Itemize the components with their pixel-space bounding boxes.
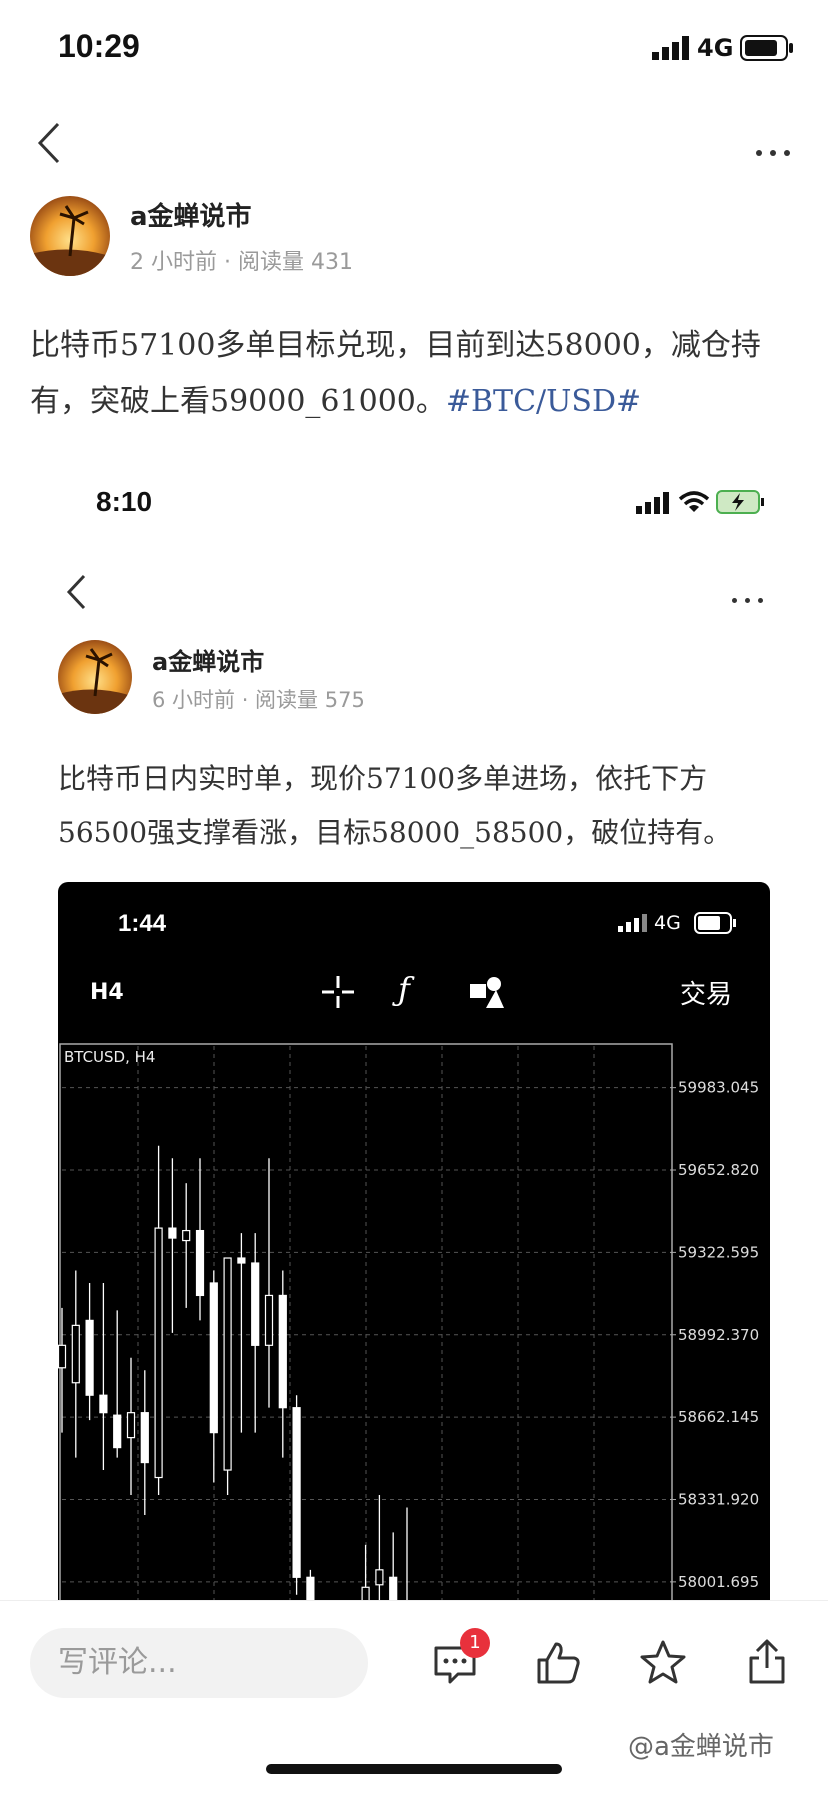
hashtag-link[interactable]: #BTC/USD# bbox=[446, 384, 641, 419]
embedded-wifi-icon bbox=[678, 490, 710, 518]
timeframe-label: H4 bbox=[90, 980, 124, 1005]
y-tick-label: 59983.045 bbox=[678, 1079, 759, 1097]
chart-network-type: 4G bbox=[654, 912, 681, 934]
status-time: 10:29 bbox=[58, 28, 140, 64]
share-button[interactable] bbox=[742, 1638, 792, 1688]
more-options-button[interactable] bbox=[752, 141, 794, 160]
embedded-battery-icon bbox=[716, 490, 766, 518]
post-text: 比特币57100多单目标兑现，目前到达58000，减仓持有，突破上看59000_… bbox=[30, 328, 761, 419]
home-indicator bbox=[266, 1764, 562, 1774]
candle-body bbox=[126, 1412, 136, 1439]
share-icon bbox=[749, 1639, 785, 1684]
embedded-signal-icon bbox=[636, 492, 672, 518]
back-button[interactable] bbox=[34, 120, 64, 170]
candle-body bbox=[237, 1257, 246, 1264]
y-tick-label: 58331.920 bbox=[678, 1490, 759, 1508]
embedded-back-icon bbox=[64, 572, 90, 616]
candle-body bbox=[251, 1262, 260, 1346]
y-tick-label: 58662.145 bbox=[678, 1408, 759, 1426]
comment-input[interactable]: 写评论... bbox=[30, 1628, 368, 1698]
candle-body bbox=[278, 1294, 287, 1409]
candle-body bbox=[195, 1229, 205, 1297]
embedded-post-meta: 6 小时前 · 阅读量 575 bbox=[152, 688, 365, 712]
candle-body bbox=[375, 1569, 384, 1586]
function-icon: ƒ bbox=[398, 970, 410, 1008]
chart-signal-icon bbox=[618, 914, 648, 936]
candle-body bbox=[223, 1257, 232, 1471]
chart-screenshot: 1:44 4G H4 ƒ 交易 59983.045 59652.820 59322.… bbox=[58, 882, 770, 1712]
network-type: 4G bbox=[697, 34, 734, 62]
avatar[interactable] bbox=[30, 196, 110, 276]
candle-body bbox=[264, 1294, 274, 1346]
like-button[interactable] bbox=[534, 1638, 584, 1688]
y-tick-label: 58001.695 bbox=[678, 1573, 759, 1591]
post-meta: 2 小时前 · 阅读量 431 bbox=[130, 250, 353, 275]
y-tick-label: 59652.820 bbox=[678, 1161, 759, 1179]
embedded-more-icon bbox=[728, 588, 767, 607]
chart-battery-icon bbox=[694, 912, 738, 938]
embedded-status-time: 8:10 bbox=[96, 486, 153, 517]
candle-body bbox=[99, 1394, 108, 1414]
embedded-avatar bbox=[58, 640, 132, 714]
post-body: 比特币57100多单目标兑现，目前到达58000，减仓持有，突破上看59000_… bbox=[30, 318, 800, 430]
candle-body bbox=[71, 1324, 80, 1384]
candle-body bbox=[85, 1319, 94, 1396]
favorite-button[interactable] bbox=[638, 1638, 688, 1688]
candle-body bbox=[154, 1227, 163, 1479]
star-icon bbox=[640, 1640, 686, 1684]
thumbs-up-icon bbox=[537, 1642, 580, 1684]
chart-status-time: 1:44 bbox=[118, 910, 167, 937]
candle-body bbox=[182, 1229, 191, 1242]
battery-icon bbox=[740, 35, 796, 65]
y-tick-label: 59322.595 bbox=[678, 1243, 759, 1261]
candle-body bbox=[209, 1282, 218, 1434]
chevron-left-icon bbox=[37, 122, 60, 164]
candle-body bbox=[140, 1412, 149, 1464]
trade-button: 交易 bbox=[680, 980, 733, 1010]
candle-body bbox=[292, 1407, 301, 1578]
tick-layer: 59983.045 59652.820 59322.595 58992.370 5866… bbox=[670, 1079, 759, 1673]
objects-icon bbox=[468, 974, 506, 1014]
embedded-post-text: 比特币日内实时单，现价57100多单进场，依托下方56500强支撑看涨，目标58… bbox=[58, 762, 732, 849]
candle-body bbox=[113, 1414, 122, 1449]
y-tick-label: 58992.370 bbox=[678, 1326, 759, 1344]
embedded-author-name: a金蝉说市 bbox=[152, 648, 265, 676]
crosshair-icon bbox=[320, 974, 356, 1014]
chart-title: BTCUSD, H4 bbox=[64, 1048, 155, 1066]
author-name[interactable]: a金蝉说市 bbox=[130, 196, 252, 233]
candle-body bbox=[168, 1227, 177, 1239]
comment-count-badge: 1 bbox=[460, 1628, 490, 1658]
watermark: @a金蝉说市 bbox=[628, 1732, 774, 1762]
signal-icon bbox=[652, 36, 692, 64]
candle-body bbox=[58, 1344, 67, 1369]
